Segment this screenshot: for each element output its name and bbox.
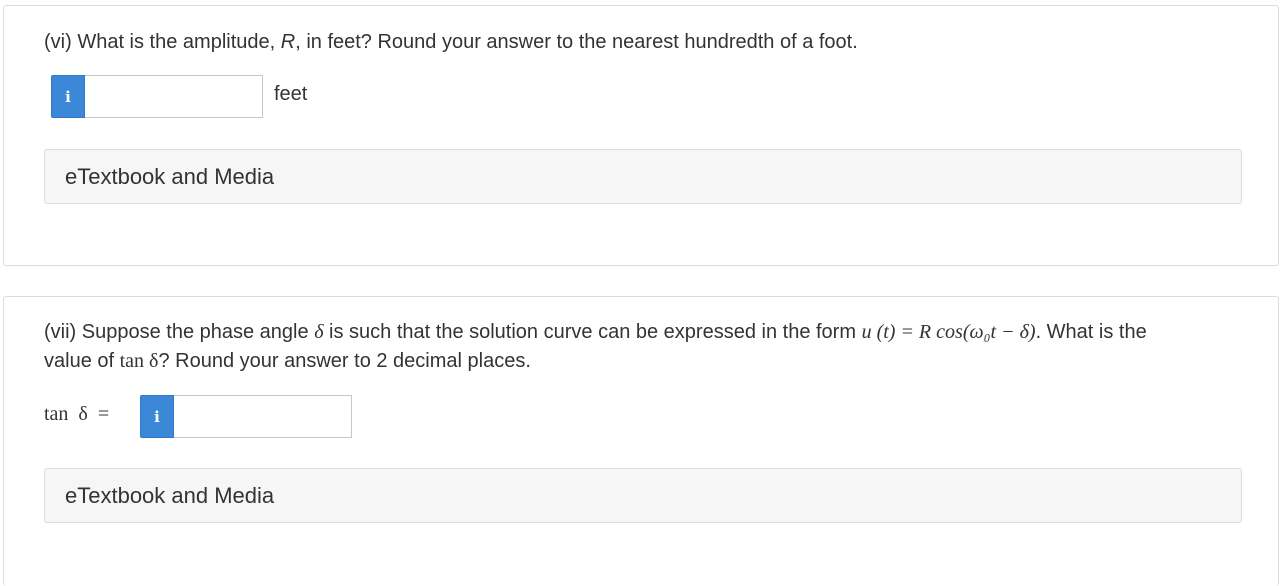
info-glyph: i	[65, 87, 71, 106]
question-vii-text-a: (vii) Suppose the phase angle	[44, 321, 315, 343]
question-vi-text-b: , in feet? Round your answer to the near…	[295, 31, 858, 53]
tan-delta-answer-input[interactable]	[174, 395, 352, 438]
info-icon[interactable]: i	[140, 395, 174, 438]
info-glyph: i	[154, 407, 160, 426]
amplitude-answer-input[interactable]	[85, 75, 263, 118]
question-card-vi: (vi) What is the amplitude, R, in feet? …	[3, 5, 1279, 266]
amplitude-variable: R	[280, 31, 296, 53]
question-vii-text-c: . What is the	[1035, 321, 1147, 343]
answer-label: tan δ =	[44, 403, 110, 425]
tan-delta-expr: tan δ	[119, 350, 159, 372]
etextbook-media-button[interactable]: eTextbook and Media	[44, 468, 1242, 523]
question-vii-text-d: value of	[44, 350, 120, 372]
question-vi-text-a: (vi) What is the amplitude,	[44, 31, 281, 53]
question-vii-text-b: is such that the solution curve can be e…	[323, 321, 862, 343]
question-card-vii: (vii) Suppose the phase angle δ is such …	[3, 296, 1279, 586]
info-icon[interactable]: i	[51, 75, 85, 118]
question-vi-prompt: (vi) What is the amplitude, R, in feet? …	[44, 28, 858, 57]
question-vii-prompt: (vii) Suppose the phase angle δ is such …	[44, 318, 1234, 376]
etextbook-media-button[interactable]: eTextbook and Media	[44, 149, 1242, 204]
question-vii-text-e: ? Round your answer to 2 decimal places.	[158, 350, 531, 372]
unit-label: feet	[274, 83, 308, 105]
solution-formula: u (t) = R cos(ω₀t − δ)	[861, 321, 1036, 343]
